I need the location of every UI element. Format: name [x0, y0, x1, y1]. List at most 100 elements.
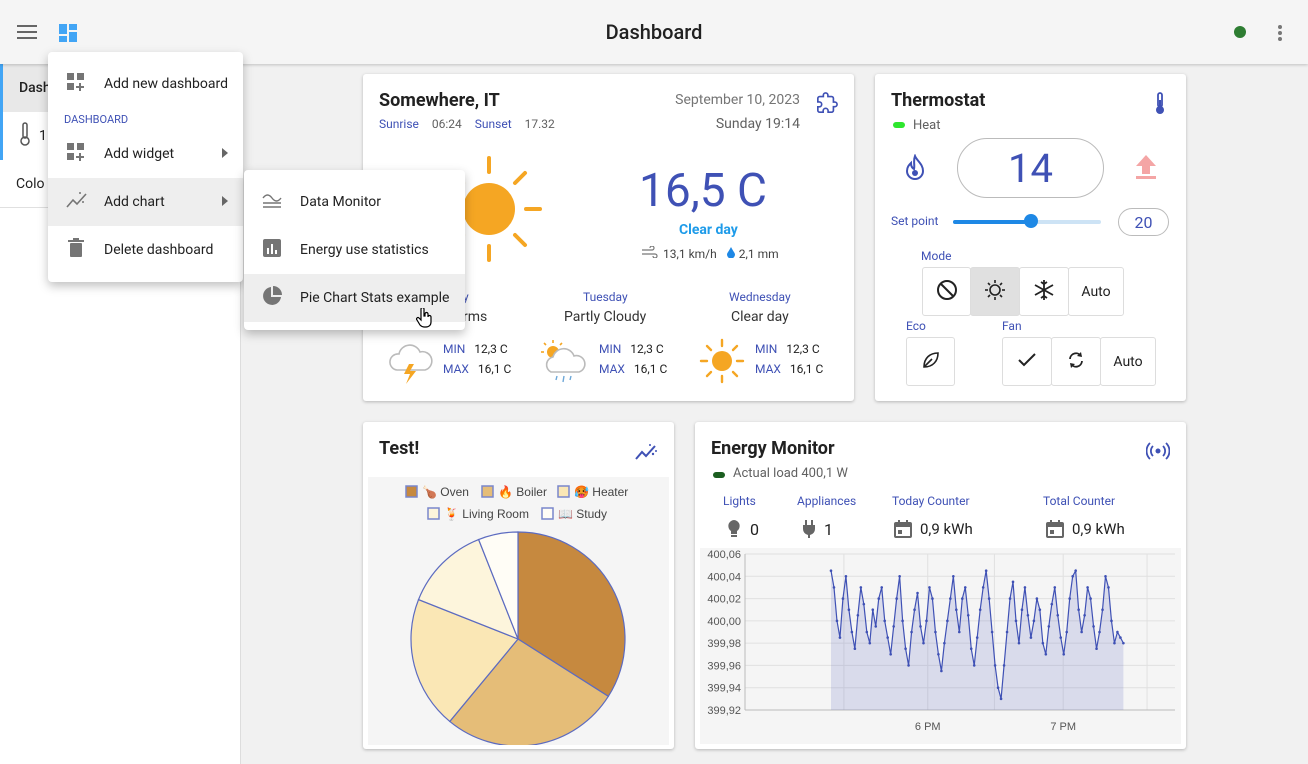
legend-label[interactable]: 🔥 Boiler [498, 485, 547, 499]
mode-heat-button[interactable] [970, 267, 1020, 316]
data-point [928, 586, 931, 589]
forecast-condition: Partly Cloudy [564, 309, 647, 325]
y-tick-label: 399,96 [707, 660, 741, 672]
fan-cycle-button[interactable] [1051, 337, 1101, 386]
snowflake-icon [1033, 279, 1055, 305]
legend-label[interactable]: 🍗 Oven [422, 485, 469, 499]
data-point [841, 597, 845, 600]
legend-label[interactable]: 🍹 Living Room [444, 506, 529, 521]
data-point [1074, 569, 1077, 573]
data-point [835, 619, 839, 623]
data-point [999, 697, 1003, 701]
data-point [862, 602, 866, 606]
setpoint-label: Set point [891, 214, 939, 228]
data-point [913, 608, 916, 612]
forecast-day-name: Tuesday [583, 290, 628, 304]
data-point [1041, 641, 1045, 645]
pie-chart-icon [262, 286, 282, 310]
legend-swatch[interactable] [405, 485, 418, 498]
auto-graph-icon[interactable] [634, 442, 658, 466]
actual-load: Actual load 400,1 W [733, 466, 848, 481]
data-point [1101, 608, 1104, 612]
energy-card-title: Energy Monitor [711, 438, 835, 459]
energy-chart-area: 400,06 400,04 400,02 400,00 399,98 399,96 399,… [700, 548, 1181, 744]
forecast-max: 16,1 C [789, 362, 824, 376]
setpoint-slider-thumb[interactable] [1024, 214, 1039, 228]
fan-on-button[interactable] [1002, 337, 1052, 386]
data-point [1122, 641, 1125, 645]
forecast-min: 12,3 C [786, 342, 820, 356]
mouse-cursor-hand-icon [416, 306, 432, 332]
legend-swatch[interactable] [557, 485, 570, 498]
data-point [880, 586, 884, 589]
eco-label: Eco [906, 319, 926, 333]
check-icon [1017, 352, 1037, 372]
sunrise-label: Sunrise [379, 117, 419, 131]
mode-cool-button[interactable] [1019, 267, 1069, 316]
add-dashboard-menu-item[interactable]: Add new dashboard [48, 60, 243, 108]
sunset-label: Sunset [474, 117, 512, 131]
y-tick-label: 400,00 [707, 616, 741, 628]
data-point [859, 586, 863, 589]
data-point [1044, 652, 1048, 656]
more-vert-icon[interactable] [1272, 22, 1288, 44]
data-point [1002, 664, 1006, 667]
forecast-max-label: MAX [755, 362, 781, 376]
current-condition: Clear day [679, 222, 738, 238]
data-point [898, 574, 901, 578]
add-widget-menu-item[interactable]: Add widget [48, 130, 243, 178]
data-point [1020, 608, 1024, 612]
data-point [886, 636, 889, 639]
data-point [1092, 625, 1095, 628]
pie-chart: 🍗 Oven 🔥 Boiler 🥵 Heater 🍹 Living Room 📖 Stu… [405, 485, 628, 747]
thermostat-title: Thermostat [891, 90, 986, 111]
data-point [975, 636, 979, 639]
data-point [949, 597, 952, 600]
data-point [907, 664, 910, 667]
legend-swatch[interactable] [481, 485, 494, 498]
data-point [925, 619, 928, 623]
data-point [934, 630, 937, 634]
trash-icon [68, 238, 84, 262]
bar-chart-icon [263, 239, 281, 261]
power-plug-icon [802, 519, 816, 543]
legend-swatch[interactable] [541, 507, 554, 520]
forecast-min-label: MIN [755, 342, 778, 356]
forecast-min: 12,3 C [474, 342, 508, 356]
data-point [874, 625, 878, 628]
data-point [955, 608, 958, 612]
menu-item-label: Add widget [104, 146, 175, 162]
data-point [910, 630, 913, 634]
eco-button[interactable] [906, 337, 955, 386]
submenu-item-data-monitor[interactable]: Data Monitor [244, 178, 465, 226]
mode-off-button[interactable] [922, 267, 971, 316]
fan-auto-button[interactable]: Auto [1100, 337, 1156, 386]
calendar-icon [893, 519, 913, 543]
page-title: Dashboard [605, 20, 703, 44]
submenu-item-energy-stats[interactable]: Energy use statistics [244, 226, 465, 274]
data-point [981, 586, 985, 589]
x-tick-label: 6 PM [915, 721, 941, 733]
current-temperature: 16,5 C [639, 164, 767, 218]
mode-auto-button[interactable]: Auto [1068, 267, 1124, 316]
data-point [960, 597, 964, 600]
data-point [987, 597, 991, 600]
delete-dashboard-menu-item[interactable]: Delete dashboard [48, 226, 243, 274]
setpoint-slider[interactable] [953, 214, 1101, 228]
forecast-max: 16,1 C [633, 362, 668, 376]
puzzle-icon[interactable] [816, 92, 838, 118]
submenu-item-label: Energy use statistics [300, 242, 429, 258]
sensor-broadcast-icon[interactable] [1145, 442, 1171, 464]
data-point [1065, 630, 1069, 634]
legend-swatch[interactable] [427, 507, 440, 520]
today-counter-label: Today Counter [892, 494, 970, 508]
add-chart-menu-item[interactable]: Add chart [48, 178, 243, 226]
data-point [963, 586, 967, 589]
sunset-value: 17.32 [524, 117, 555, 131]
data-point [919, 625, 922, 628]
legend-label[interactable]: 🥵 Heater [574, 485, 628, 499]
data-point [943, 641, 946, 645]
legend-label[interactable]: 📖 Study [558, 507, 607, 521]
y-tick-label: 399,94 [707, 683, 741, 695]
y-tick-label: 399,98 [707, 638, 741, 650]
